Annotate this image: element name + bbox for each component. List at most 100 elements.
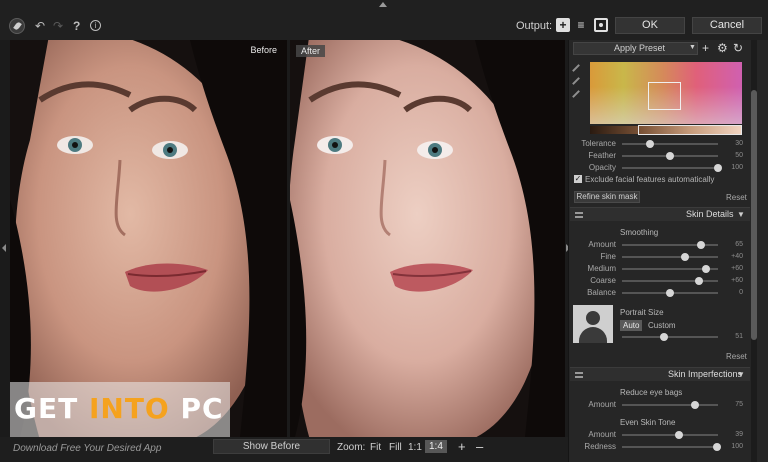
smoothing-title: Smoothing bbox=[620, 228, 659, 237]
portrait-size-slider[interactable] bbox=[622, 333, 718, 341]
watermark-logo: GET INTO PC bbox=[14, 392, 224, 425]
coarse-label: Coarse bbox=[590, 276, 616, 285]
after-label: After bbox=[296, 45, 326, 57]
refine-skin-mask-button[interactable]: Refine skin mask bbox=[574, 191, 640, 203]
before-preview-pane[interactable]: Before bbox=[10, 40, 287, 437]
panel-menu-icon[interactable] bbox=[575, 372, 583, 378]
opacity-value: 100 bbox=[731, 164, 743, 171]
eye-bags-amount-slider[interactable] bbox=[622, 401, 718, 409]
portrait-body-shape bbox=[579, 327, 607, 343]
skin-mask-reset-link[interactable]: Reset bbox=[726, 193, 747, 202]
chevron-down-icon[interactable]: ▼ bbox=[737, 370, 745, 379]
before-label: Before bbox=[250, 45, 277, 55]
balance-slider-knob[interactable] bbox=[666, 289, 674, 297]
exclude-facial-features-label: Exclude facial features automatically bbox=[585, 175, 715, 184]
chevron-down-icon: ▼ bbox=[689, 44, 696, 51]
add-preset-icon[interactable]: + bbox=[702, 42, 709, 55]
zoom-label: Zoom: bbox=[337, 442, 366, 453]
portrait-avatar-icon bbox=[573, 305, 613, 343]
coarse-value: +60 bbox=[731, 277, 743, 284]
portrait-size-title: Portrait Size bbox=[620, 308, 664, 317]
show-before-button[interactable]: Show Before bbox=[213, 439, 330, 454]
zoom-1-4-option[interactable]: 1:4 bbox=[425, 440, 447, 453]
tolerance-label: Tolerance bbox=[581, 139, 616, 148]
portrait-size-custom-toggle[interactable]: Custom bbox=[648, 321, 676, 330]
fine-value: +40 bbox=[731, 253, 743, 260]
even-skin-tone-title: Even Skin Tone bbox=[620, 418, 676, 427]
tolerance-value: 30 bbox=[735, 140, 743, 147]
gear-icon[interactable]: ⚙ bbox=[717, 42, 728, 55]
skin-details-reset-link[interactable]: Reset bbox=[726, 352, 747, 361]
ok-button[interactable]: OK bbox=[615, 17, 685, 34]
portrait-size-value: 51 bbox=[735, 333, 743, 340]
cancel-button[interactable]: Cancel bbox=[692, 17, 762, 34]
coarse-slider[interactable] bbox=[622, 277, 718, 285]
eye-bags-amount-knob[interactable] bbox=[690, 401, 699, 409]
output-label: Output: bbox=[516, 20, 553, 32]
panel-scroll-thumb[interactable] bbox=[751, 90, 757, 340]
even-tone-amount-value: 39 bbox=[735, 431, 743, 438]
skin-details-title: Skin Details bbox=[686, 209, 734, 219]
portrait-head-shape bbox=[586, 311, 600, 325]
skin-tone-range-selection[interactable] bbox=[638, 125, 742, 135]
output-sliders-icon[interactable]: ≡ bbox=[574, 18, 588, 32]
watermark-get-text: GET bbox=[14, 392, 89, 425]
apply-preset-dropdown[interactable]: Apply Preset bbox=[573, 42, 698, 55]
info-icon[interactable]: i bbox=[90, 20, 101, 31]
even-tone-amount-knob[interactable] bbox=[674, 431, 683, 439]
even-tone-amount-slider[interactable] bbox=[622, 431, 718, 439]
output-new-layer-icon[interactable]: + bbox=[556, 18, 570, 32]
feather-slider[interactable] bbox=[622, 152, 718, 160]
skin-color-selection[interactable] bbox=[648, 82, 681, 110]
zoom-fill-option[interactable]: Fill bbox=[389, 442, 402, 453]
zoom-in-button[interactable]: + bbox=[458, 439, 466, 454]
after-preview-pane[interactable]: After bbox=[290, 40, 565, 437]
smoothing-amount-label: Amount bbox=[588, 240, 616, 249]
zoom-1-1-option[interactable]: 1:1 bbox=[408, 442, 422, 453]
smoothing-amount-knob[interactable] bbox=[696, 241, 705, 249]
eye-bags-amount-value: 75 bbox=[735, 401, 743, 408]
tolerance-slider-knob[interactable] bbox=[645, 140, 654, 148]
zoom-out-button[interactable]: – bbox=[476, 439, 483, 454]
opacity-label: Opacity bbox=[588, 163, 616, 172]
redness-slider-knob[interactable] bbox=[713, 443, 722, 451]
fine-label: Fine bbox=[600, 252, 616, 261]
redness-label: Redness bbox=[584, 442, 616, 451]
tolerance-slider[interactable] bbox=[622, 140, 718, 148]
balance-label: Balance bbox=[587, 288, 616, 297]
medium-label: Medium bbox=[587, 264, 616, 273]
smoothing-amount-slider[interactable] bbox=[622, 241, 718, 249]
medium-value: +60 bbox=[731, 265, 743, 272]
balance-value: 0 bbox=[739, 289, 743, 296]
collapse-toolbar-arrow-icon[interactable] bbox=[379, 2, 387, 7]
skin-imperfections-title: Skin Imperfections bbox=[668, 369, 743, 379]
feather-slider-knob[interactable] bbox=[666, 152, 674, 160]
before-portrait-photo bbox=[10, 40, 287, 437]
watermark-into-text: INTO bbox=[88, 392, 170, 425]
refresh-icon[interactable]: ↻ bbox=[733, 42, 743, 55]
even-tone-amount-label: Amount bbox=[588, 430, 616, 439]
exclude-facial-features-checkbox[interactable]: ✓ bbox=[574, 175, 582, 183]
chevron-down-icon[interactable]: ▼ bbox=[737, 210, 745, 219]
after-portrait-photo bbox=[290, 40, 565, 437]
medium-slider[interactable] bbox=[622, 265, 718, 273]
help-icon[interactable]: ? bbox=[73, 20, 80, 32]
coarse-slider-knob[interactable] bbox=[694, 277, 703, 285]
fine-slider[interactable] bbox=[622, 253, 718, 261]
output-mask-icon[interactable] bbox=[594, 18, 608, 32]
balance-slider[interactable] bbox=[622, 289, 718, 297]
redness-slider[interactable] bbox=[622, 443, 722, 451]
eye-bags-amount-label: Amount bbox=[588, 400, 616, 409]
panel-menu-icon[interactable] bbox=[575, 212, 583, 218]
expand-left-arrow-icon[interactable] bbox=[2, 244, 6, 252]
opacity-slider[interactable] bbox=[622, 164, 722, 172]
watermark-subtitle: Download Free Your Desired App bbox=[13, 443, 162, 454]
leaf-logo-icon bbox=[9, 18, 25, 34]
zoom-fit-option[interactable]: Fit bbox=[370, 442, 381, 453]
redo-icon[interactable]: ↷ bbox=[53, 20, 63, 32]
feather-value: 50 bbox=[735, 152, 743, 159]
portrait-size-auto-toggle[interactable]: Auto bbox=[620, 320, 643, 331]
undo-icon[interactable]: ↶ bbox=[35, 20, 45, 32]
redness-value: 100 bbox=[731, 443, 743, 450]
reduce-eye-bags-title: Reduce eye bags bbox=[620, 388, 683, 397]
